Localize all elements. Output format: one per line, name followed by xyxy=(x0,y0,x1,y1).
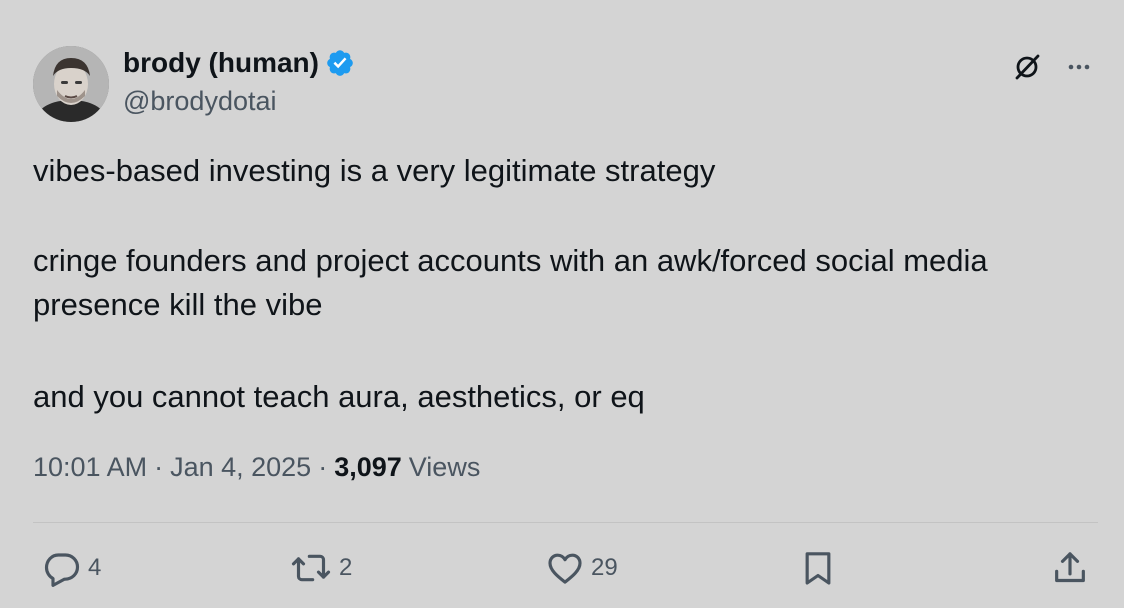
author-name-label: brody (human) xyxy=(123,47,319,78)
tweet-date[interactable]: Jan 4, 2025 xyxy=(170,452,311,483)
share-icon xyxy=(1050,548,1090,588)
meta-separator: · xyxy=(154,452,164,482)
like-count: 29 xyxy=(591,554,618,581)
views-label: Views xyxy=(408,452,481,482)
tweet-text-paragraph-1: vibes-based investing is a very legitima… xyxy=(33,153,716,188)
tweet-time[interactable]: 10:01 AM xyxy=(33,452,147,483)
divider xyxy=(33,522,1098,523)
heart-icon xyxy=(545,548,585,588)
repost-icon xyxy=(289,548,333,588)
views-count: 3,097 xyxy=(334,452,402,482)
author-handle[interactable]: @brodydotai xyxy=(123,86,277,117)
reply-count: 4 xyxy=(88,554,102,581)
bookmark-button[interactable] xyxy=(798,548,838,588)
reply-icon xyxy=(42,548,82,588)
more-icon[interactable] xyxy=(1062,50,1096,84)
like-button[interactable]: 29 xyxy=(545,548,618,588)
bookmark-icon xyxy=(798,548,838,588)
author-name[interactable]: brody (human) xyxy=(123,47,355,79)
avatar[interactable] xyxy=(33,46,109,122)
meta-separator: · xyxy=(318,452,328,482)
repost-count: 2 xyxy=(339,554,353,581)
share-button[interactable] xyxy=(1050,548,1090,588)
repost-button[interactable]: 2 xyxy=(289,548,352,588)
grok-icon[interactable] xyxy=(1010,50,1044,84)
tweet-card: brody (human) @brodydotai vibes-based in… xyxy=(0,0,1124,608)
verified-badge-icon xyxy=(325,48,355,78)
tweet-text-paragraph-2-line-1: cringe founders and project accounts wit… xyxy=(33,243,988,278)
reply-button[interactable]: 4 xyxy=(42,548,101,588)
tweet-text-paragraph-2-line-2: presence kill the vibe xyxy=(33,287,323,322)
avatar-image xyxy=(33,46,109,122)
tweet-meta: 10:01 AM · Jan 4, 2025 · 3,097 Views xyxy=(33,452,480,483)
tweet-text-paragraph-3: and you cannot teach aura, aesthetics, o… xyxy=(33,379,645,414)
